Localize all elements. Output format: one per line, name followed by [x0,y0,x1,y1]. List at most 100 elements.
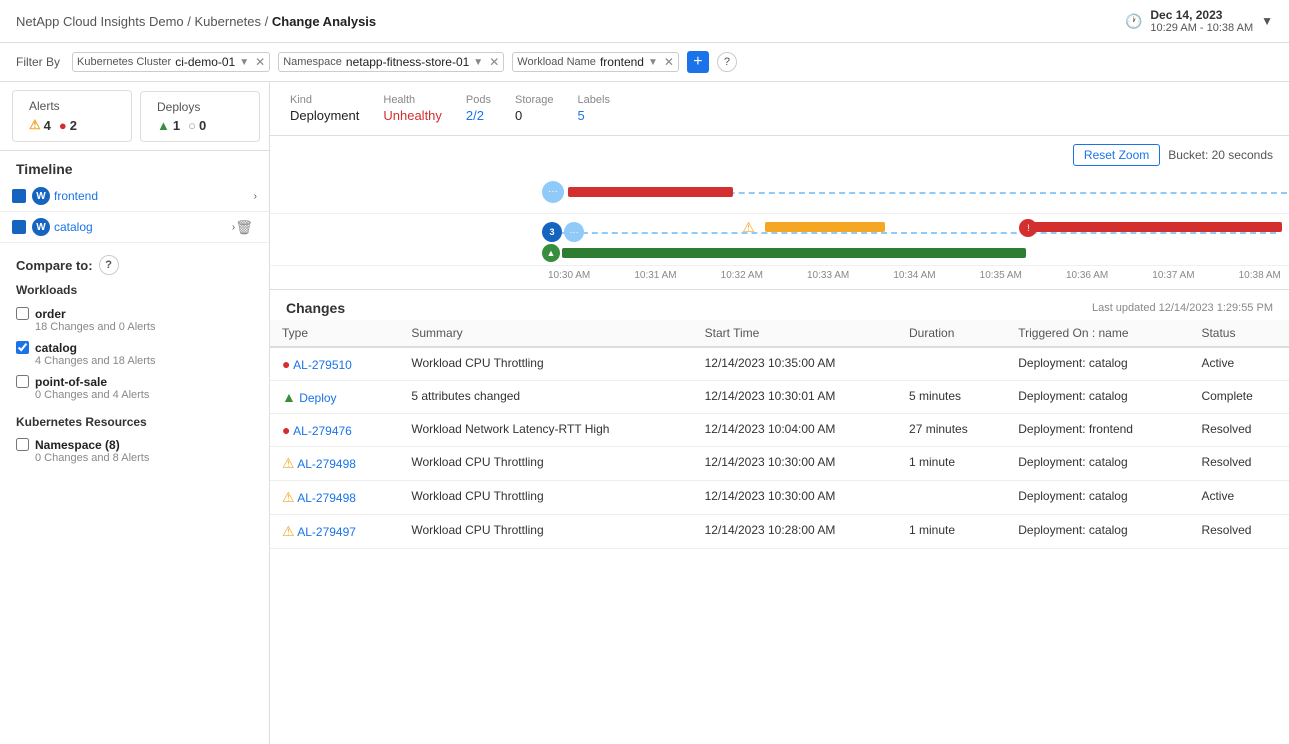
cell-duration-5: 1 minute [897,515,1006,549]
namespace-remove-btn[interactable]: ✕ [489,55,499,69]
frontend-row-name[interactable]: frontend [54,189,254,203]
cell-type-1: ▲ Deploy [270,381,399,414]
time-label-1: 10:31 AM [634,270,676,281]
right-main: Kind Deployment Health Unhealthy Pods 2/… [270,82,1289,744]
stat-storage-value: 0 [515,108,554,123]
stat-storage-label: Storage [515,94,554,106]
deploys-success-badge: ▲ 1 [157,118,180,133]
col-duration: Duration [897,320,1006,347]
cell-summary-3: Workload CPU Throttling [399,447,692,481]
cell-duration-1: 5 minutes [897,381,1006,414]
workload-pos-desc: 0 Changes and 4 Alerts [35,389,149,401]
cell-start-0: 12/14/2023 10:35:00 AM [693,347,897,381]
stat-kind-label: Kind [290,94,359,106]
cell-start-2: 12/14/2023 10:04:00 AM [693,414,897,447]
stat-pods-label: Pods [466,94,491,106]
alerts-error-badge: ● 2 [59,118,77,133]
time-label-3: 10:33 AM [807,270,849,281]
cell-type-link-2[interactable]: AL-279476 [293,424,352,438]
time-label-6: 10:36 AM [1066,270,1108,281]
workload-remove-btn[interactable]: ✕ [664,55,674,69]
cell-triggered-1: Deployment: catalog [1006,381,1189,414]
bucket-info: Bucket: 20 seconds [1168,148,1273,162]
resource-namespace-checkbox[interactable] [16,438,29,451]
k8s-resources-title: Kubernetes Resources [16,415,253,429]
table-row: ⚠ AL-279498 Workload CPU Throttling 12/1… [270,447,1289,481]
cell-type-link-3[interactable]: AL-279498 [297,457,356,471]
catalog-row-name[interactable]: catalog [54,220,232,234]
cluster-dropdown-btn[interactable]: ▼ [239,57,249,68]
stat-kind: Kind Deployment [290,94,359,123]
catalog-orange-bar [765,222,885,232]
breadcrumb-item-1[interactable]: NetApp Cloud Insights Demo [16,14,184,29]
workload-filter-chip: Workload Name frontend ▼ ✕ [512,52,679,72]
filter-help-button[interactable]: ? [717,52,737,72]
cell-summary-0: Workload CPU Throttling [399,347,692,381]
compare-title-text: Compare to: [16,258,93,273]
alerts-warning-count: 4 [44,118,51,133]
timeline-visual-area: Reset Zoom Bucket: 20 seconds ··· [270,136,1289,290]
stat-health: Health Unhealthy [383,94,442,123]
namespace-dropdown-btn[interactable]: ▼ [473,57,483,68]
compare-help-button[interactable]: ? [99,255,119,275]
warning-row-icon: ⚠ [282,523,295,539]
cell-type-link-0[interactable]: AL-279510 [293,358,352,372]
header-date: Dec 14, 2023 [1150,8,1253,22]
catalog-green-bar [562,248,1026,258]
breadcrumb-item-2[interactable]: Kubernetes [195,14,262,29]
stats-row: Kind Deployment Health Unhealthy Pods 2/… [270,82,1289,136]
frontend-color-block [12,189,26,203]
filter-by-label: Filter By [16,55,60,69]
stat-health-label: Health [383,94,442,106]
workloads-title: Workloads [16,283,253,297]
cell-type-link-1[interactable]: Deploy [299,391,336,405]
timeline-row-catalog[interactable]: W catalog › 🗑 [0,212,269,243]
namespace-filter-value: netapp-fitness-store-01 [346,55,469,69]
cluster-remove-btn[interactable]: ✕ [255,55,265,69]
workload-order-checkbox[interactable] [16,307,29,320]
workload-dropdown-btn[interactable]: ▼ [648,57,658,68]
cell-type-4: ⚠ AL-279498 [270,481,399,515]
cell-duration-0 [897,347,1006,381]
cell-type-link-4[interactable]: AL-279498 [297,491,356,505]
deploys-success-count: 1 [173,118,180,133]
stat-labels-label: Labels [578,94,610,106]
cell-triggered-4: Deployment: catalog [1006,481,1189,515]
add-filter-button[interactable]: + [687,51,709,73]
table-row: ⚠ AL-279498 Workload CPU Throttling 12/1… [270,481,1289,515]
catalog-green-badge: ▲ [542,244,560,262]
time-label-5: 10:35 AM [980,270,1022,281]
cluster-filter-chip: Kubernetes Cluster ci-demo-01 ▼ ✕ [72,52,270,72]
cell-type-link-5[interactable]: AL-279497 [297,525,356,539]
stat-pods-value[interactable]: 2/2 [466,108,491,123]
workload-pos-checkbox[interactable] [16,375,29,388]
catalog-dots-badge: ··· [564,222,584,242]
stat-labels-value[interactable]: 5 [578,108,610,123]
cell-summary-1: 5 attributes changed [399,381,692,414]
time-label-2: 10:32 AM [721,270,763,281]
workload-order-name: order [35,307,155,321]
timeline-row-frontend[interactable]: W frontend › [0,181,269,212]
cell-triggered-2: Deployment: frontend [1006,414,1189,447]
header-dropdown-icon[interactable]: ▼ [1261,14,1273,28]
workload-pos-name: point-of-sale [35,375,149,389]
last-updated: Last updated 12/14/2023 1:29:55 PM [1092,302,1273,314]
reset-zoom-button[interactable]: Reset Zoom [1073,144,1160,166]
left-sidebar: Alerts ⚠ 4 ● 2 Deploys [0,82,270,744]
timeline-sidebar-title: Timeline [0,151,269,181]
table-row: ● AL-279476 Workload Network Latency-RTT… [270,414,1289,447]
cell-status-2: Resolved [1189,414,1289,447]
namespace-filter-chip: Namespace netapp-fitness-store-01 ▼ ✕ [278,52,504,72]
catalog-delete-btn[interactable]: 🗑 [235,219,253,236]
stat-kind-value: Deployment [290,108,359,123]
workload-catalog-checkbox[interactable] [16,341,29,354]
resource-namespace-desc: 0 Changes and 8 Alerts [35,452,149,464]
error-icon: ● [59,118,67,133]
deploys-card: Deploys ▲ 1 ○ 0 [140,91,260,142]
frontend-red-bar [568,187,733,197]
catalog-warning-icon: ⚠ [742,219,755,236]
cell-status-0: Active [1189,347,1289,381]
col-start-time: Start Time [693,320,897,347]
deploys-neutral-badge: ○ 0 [188,118,206,133]
cell-duration-2: 27 minutes [897,414,1006,447]
